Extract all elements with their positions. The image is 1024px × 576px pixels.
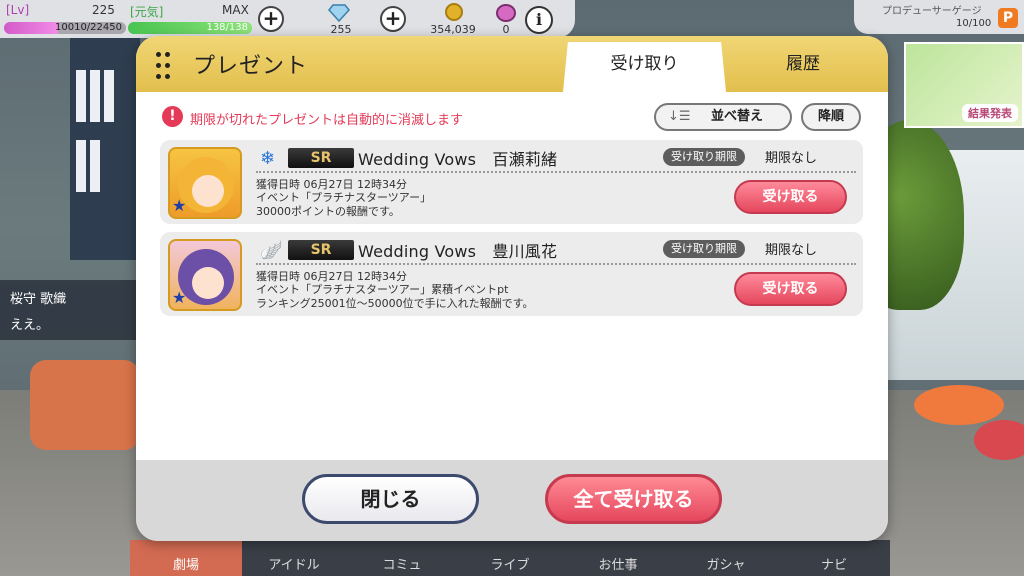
warning-icon: ! [162,106,183,127]
rarity-badge: SR [288,148,354,168]
nav-gacha[interactable]: ガシャ [670,540,782,576]
bottom-nav: 劇場 アイドル コミュ ライブ お仕事 ガシャ ナビ [130,540,890,576]
dialog-footer: 閉じる 全て受け取る [136,460,888,541]
divider [256,263,856,265]
producer-gauge-label: プロデューサーゲージ [882,6,982,17]
receive-all-button[interactable]: 全て受け取る [545,474,722,524]
tab-receive[interactable]: 受け取り [563,42,726,92]
acquired-date: 獲得日時 06月27日 12時34分 [256,178,407,191]
nav-commu[interactable]: コミュ [346,540,458,576]
item-description: イベント「プラチナスターツアー」 30000ポイントの報酬です。 [256,191,432,218]
card-title: Wedding Vows 百瀬莉緒 [358,150,558,169]
limit-value: 期限なし [765,243,818,258]
limit-badge: 受け取り期限 [663,148,745,166]
genki-bar: 138/138 [128,22,252,34]
speaker-name: 桜守 歌織 [10,292,67,307]
dialog-title: プレゼント [193,54,309,79]
speaker-line: ええ。 [10,318,50,333]
nav-work[interactable]: お仕事 [562,540,674,576]
info-button[interactable]: i [525,6,553,34]
present-item: ★ 🪽 SR Wedding Vows 豊川風花 受け取り期限 期限なし 獲得日… [160,232,863,316]
close-button[interactable]: 閉じる [302,474,479,524]
sort-label: 並べ替え [711,109,764,124]
background-shelf [70,30,140,260]
exp-bar: 10010/22450 [4,22,126,34]
background-stool [914,385,1004,425]
producer-gauge-value: 10/100 [956,18,992,29]
coin-count: 354,039 [430,23,476,36]
present-dialog: プレゼント 受け取り 履歴 ! 期限が切れたプレゼントは自動的に消滅します ↓☰… [136,36,888,541]
order-toggle-button[interactable]: 降順 [801,103,861,131]
sort-icon: ↓☰ [668,109,691,124]
gem-icon [328,4,350,22]
genki-label: [元気] [130,5,164,19]
snowflake-icon: ❄ [260,148,276,169]
acquired-date: 獲得日時 06月27日 12時34分 [256,270,407,283]
sort-button[interactable]: ↓☰ 並べ替え [654,103,792,131]
ticket-icon [496,4,516,22]
level-label: [Lv] [6,3,30,17]
present-item: ★ ❄ SR Wedding Vows 百瀬莉緒 受け取り期限 期限なし 獲得日… [160,140,863,224]
idol-card-thumbnail[interactable]: ★ [168,147,242,219]
producer-p-icon: P [998,8,1018,28]
dialog-header: プレゼント 受け取り 履歴 [136,36,888,92]
nav-live[interactable]: ライブ [454,540,566,576]
rarity-badge: SR [288,240,354,260]
gem-count: 255 [330,23,352,36]
result-announcement-label: 結果発表 [962,104,1018,122]
grip-icon [156,52,172,80]
nav-navi[interactable]: ナビ [778,540,890,576]
limit-value: 期限なし [765,151,818,166]
limit-badge: 受け取り期限 [663,240,745,258]
coin-icon [445,3,463,21]
receive-button[interactable]: 受け取る [734,180,847,214]
star-icon: ★ [172,196,187,215]
gem-plus-button[interactable]: + [380,6,406,32]
card-title: Wedding Vows 豊川風花 [358,242,558,261]
star-icon: ★ [172,288,187,307]
status-panel: [Lv] 225 10010/22450 [元気] MAX 138/138 + … [0,0,575,38]
exp-text: 10010/22450 [55,22,122,33]
result-announcement-banner[interactable]: 結果発表 [904,42,1024,128]
tab-history[interactable]: 履歴 [730,42,876,92]
background-chair [30,360,140,450]
genki-max: MAX [222,3,249,17]
divider [256,171,856,173]
exp-bar-fill [4,22,59,34]
producer-gauge[interactable]: プロデューサーゲージ 10/100 P [854,0,1024,34]
nav-theater[interactable]: 劇場 [130,540,242,576]
idol-card-thumbnail[interactable]: ★ [168,239,242,311]
level-value: 225 [92,3,115,17]
status-bar: [Lv] 225 10010/22450 [元気] MAX 138/138 + … [0,0,1024,40]
genki-plus-button[interactable]: + [258,6,284,32]
nav-idol[interactable]: アイドル [238,540,350,576]
expiry-warning: 期限が切れたプレゼントは自動的に消滅します [190,113,464,128]
dialogue-box[interactable]: 桜守 歌織 ええ。 [0,280,140,340]
wing-icon: 🪽 [260,240,283,261]
ticket-count: 0 [502,23,510,36]
receive-button[interactable]: 受け取る [734,272,847,306]
item-description: イベント「プラチナスターツアー」累積イベントpt ランキング25001位～500… [256,283,534,310]
genki-text: 138/138 [206,22,248,33]
